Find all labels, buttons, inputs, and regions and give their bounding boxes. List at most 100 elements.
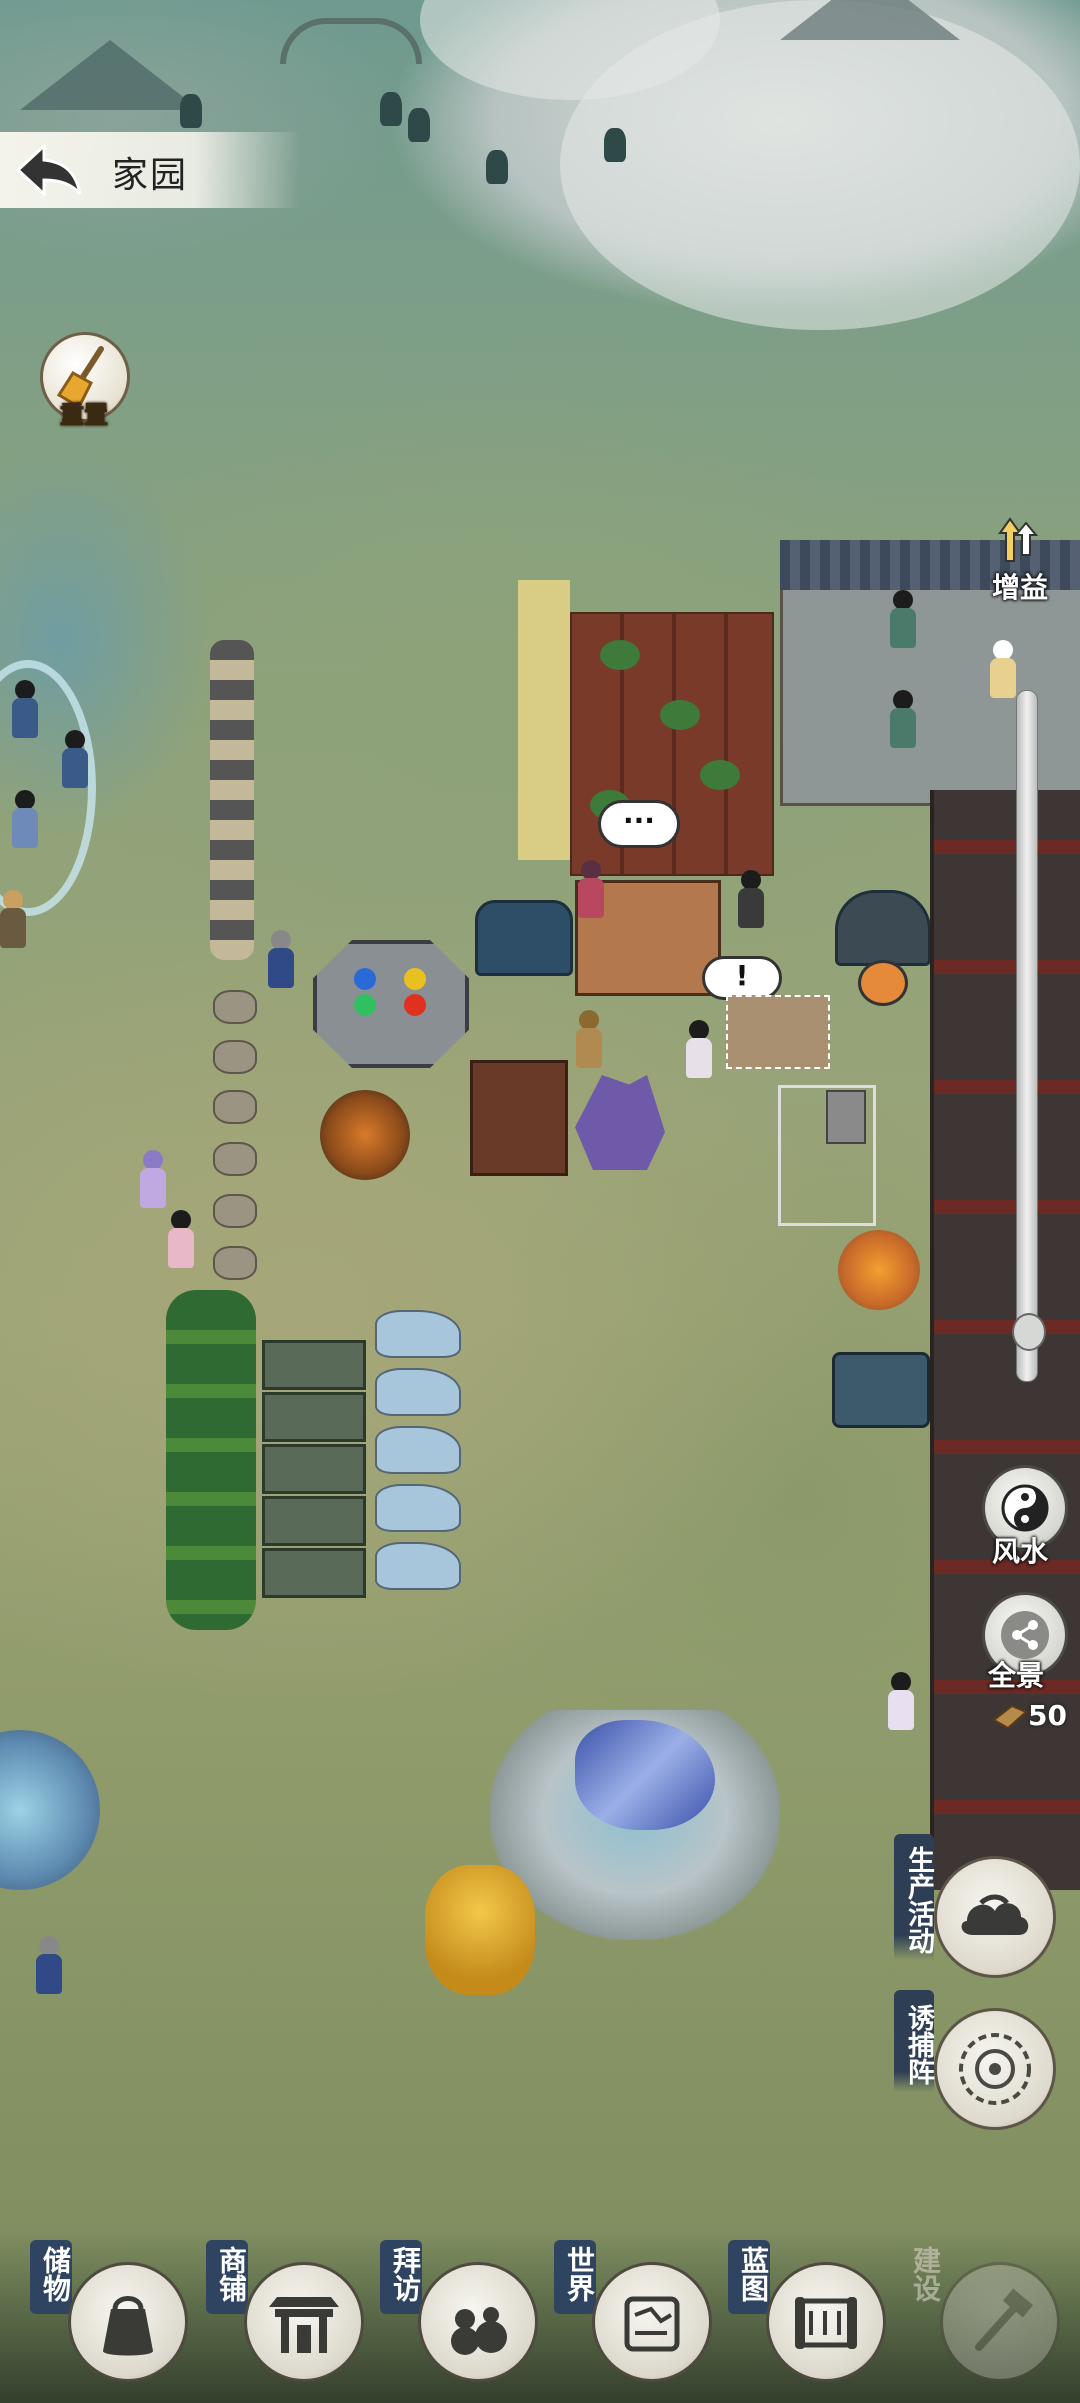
qilin-statue[interactable] bbox=[375, 1542, 461, 1590]
world-button[interactable] bbox=[592, 2262, 712, 2382]
mountain bbox=[780, 0, 960, 40]
qilin-statue[interactable] bbox=[375, 1310, 461, 1358]
character[interactable] bbox=[12, 680, 38, 738]
pine-tree-row[interactable] bbox=[166, 1290, 256, 1630]
character[interactable] bbox=[888, 1672, 914, 1730]
lantern-pavilion[interactable] bbox=[835, 890, 931, 966]
shop-tag[interactable]: 商铺 bbox=[206, 2240, 248, 2314]
production-tag[interactable]: 生产活动 bbox=[894, 1834, 934, 1960]
material-icon bbox=[992, 1704, 1028, 1730]
header-bar: 家园 bbox=[0, 132, 300, 208]
treasure-chest[interactable] bbox=[832, 1352, 930, 1428]
qilin-statue[interactable] bbox=[375, 1426, 461, 1474]
bag-icon bbox=[103, 2296, 153, 2356]
boost-label[interactable]: 增益 bbox=[992, 566, 1048, 606]
urn[interactable] bbox=[213, 1246, 257, 1280]
buddha-statue[interactable] bbox=[320, 1090, 410, 1180]
character[interactable] bbox=[140, 1150, 166, 1208]
hammer-icon bbox=[975, 2288, 1034, 2351]
scroll-map-icon bbox=[624, 2296, 680, 2352]
character[interactable] bbox=[738, 870, 764, 928]
purple-crystal[interactable] bbox=[575, 1075, 665, 1170]
qilin-statue[interactable] bbox=[375, 1484, 461, 1532]
elemental-altar[interactable] bbox=[313, 940, 469, 1068]
tree bbox=[408, 108, 430, 142]
character[interactable] bbox=[12, 790, 38, 848]
tree bbox=[604, 128, 626, 162]
orb bbox=[354, 968, 376, 990]
garden-plot[interactable] bbox=[518, 580, 570, 860]
speech-bubble-alert[interactable]: ! bbox=[702, 956, 782, 1000]
panorama-label: 全景 bbox=[988, 1659, 1045, 1692]
bench[interactable] bbox=[262, 1392, 366, 1442]
build-button bbox=[940, 2262, 1060, 2382]
visit-gourd-icon bbox=[451, 2307, 507, 2355]
mountain bbox=[20, 40, 200, 110]
character[interactable] bbox=[686, 1020, 712, 1078]
orb bbox=[354, 994, 376, 1016]
qilin-statue[interactable] bbox=[375, 1368, 461, 1416]
zoom-slider-handle[interactable] bbox=[1012, 1313, 1046, 1352]
character[interactable] bbox=[890, 690, 916, 748]
reset-label: 重置 bbox=[60, 401, 109, 430]
shop-button[interactable] bbox=[244, 2262, 364, 2382]
workbench[interactable] bbox=[726, 995, 830, 1069]
bench[interactable] bbox=[262, 1340, 366, 1390]
stone-lantern-row[interactable] bbox=[210, 640, 254, 960]
storage-tag[interactable]: 储物 bbox=[30, 2240, 72, 2314]
character[interactable] bbox=[578, 860, 604, 918]
urn[interactable] bbox=[213, 1040, 257, 1074]
bench[interactable] bbox=[262, 1548, 366, 1598]
tree bbox=[380, 92, 402, 126]
back-arrow-icon[interactable] bbox=[14, 142, 84, 198]
orb bbox=[404, 968, 426, 990]
cauldron[interactable] bbox=[838, 1230, 920, 1310]
speech-bubble-dots[interactable]: ··· bbox=[598, 800, 680, 848]
character[interactable] bbox=[62, 730, 88, 788]
blueprint-tag[interactable]: 蓝图 bbox=[728, 2240, 770, 2314]
production-button[interactable] bbox=[934, 1856, 1056, 1978]
trap-button[interactable] bbox=[934, 2008, 1056, 2130]
character[interactable] bbox=[168, 1210, 194, 1268]
page-title: 家园 bbox=[112, 155, 189, 196]
urn[interactable] bbox=[213, 1194, 257, 1228]
bench[interactable] bbox=[262, 1496, 366, 1546]
arch-bridge bbox=[280, 18, 422, 64]
blueprint-icon bbox=[795, 2297, 857, 2349]
oven bbox=[826, 1090, 866, 1144]
stove[interactable] bbox=[858, 960, 908, 1006]
character[interactable] bbox=[990, 640, 1016, 698]
trap-tag[interactable]: 诱捕阵 bbox=[894, 1990, 934, 2092]
tree bbox=[180, 94, 202, 128]
storage-button[interactable] bbox=[68, 2262, 188, 2382]
visit-tag[interactable]: 拜访 bbox=[380, 2240, 422, 2314]
fengshui-label: 风水 bbox=[992, 1535, 1049, 1568]
build-tag: 建设 bbox=[909, 2246, 942, 2302]
character[interactable] bbox=[268, 930, 294, 988]
character[interactable] bbox=[0, 890, 26, 948]
blueprint-button[interactable] bbox=[766, 2262, 886, 2382]
bench[interactable] bbox=[262, 1444, 366, 1494]
spirit-pool[interactable] bbox=[0, 1730, 100, 1890]
character[interactable] bbox=[890, 590, 916, 648]
zoom-slider[interactable] bbox=[1016, 690, 1038, 1382]
character[interactable] bbox=[36, 1936, 62, 1994]
material-count: 50 bbox=[1028, 1699, 1067, 1732]
crop bbox=[700, 760, 740, 790]
arrows-up-icon[interactable] bbox=[996, 515, 1040, 565]
blue-pavilion[interactable] bbox=[475, 900, 573, 976]
orb bbox=[404, 994, 426, 1016]
shop-gate-icon bbox=[269, 2297, 339, 2353]
visit-button[interactable] bbox=[418, 2262, 538, 2382]
character[interactable] bbox=[576, 1010, 602, 1068]
crop bbox=[660, 700, 700, 730]
urn[interactable] bbox=[213, 1142, 257, 1176]
tree bbox=[486, 150, 508, 184]
crop bbox=[600, 640, 640, 670]
urn[interactable] bbox=[213, 990, 257, 1024]
wooden-shrine[interactable] bbox=[470, 1060, 568, 1176]
urn[interactable] bbox=[213, 1090, 257, 1124]
golden-lion-statue[interactable] bbox=[425, 1865, 535, 1995]
cloud-icon bbox=[961, 1894, 1029, 1935]
world-tag[interactable]: 世界 bbox=[554, 2240, 596, 2314]
